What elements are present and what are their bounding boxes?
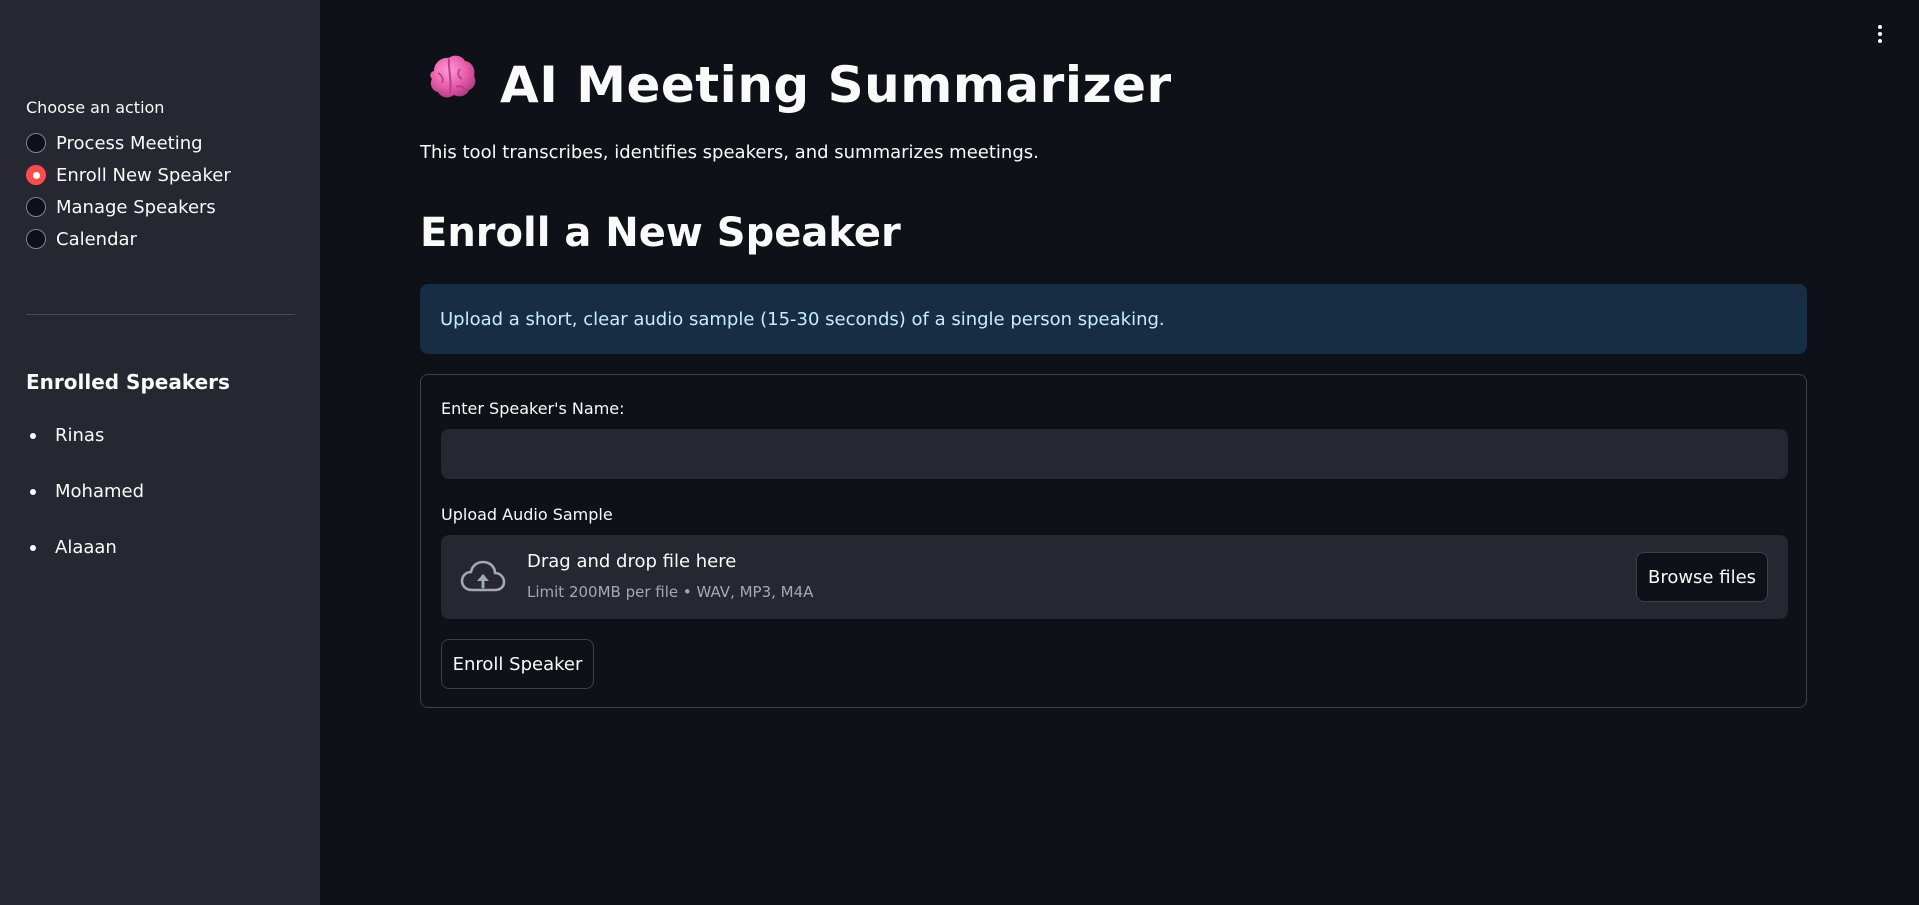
enrolled-speakers-heading: Enrolled Speakers (26, 370, 230, 394)
speaker-name: Mohamed (55, 481, 145, 502)
radio-calendar[interactable]: Calendar (26, 226, 137, 252)
file-dropzone[interactable]: Drag and drop file here Limit 200MB per … (441, 535, 1788, 619)
radio-manage-speakers[interactable]: Manage Speakers (26, 194, 216, 220)
vertical-dots-icon-dot (1878, 32, 1882, 36)
upload-audio-label: Upload Audio Sample (441, 505, 613, 524)
bullet-icon (30, 488, 36, 495)
radio-enroll-new-speaker[interactable]: Enroll New Speaker (26, 162, 231, 188)
app-root: Choose an action Process Meeting Enroll … (0, 0, 1919, 905)
main-menu-button[interactable] (1868, 22, 1892, 46)
info-alert-text: Upload a short, clear audio sample (15-3… (440, 308, 1165, 330)
radio-label: Enroll New Speaker (56, 164, 231, 186)
list-item: Alaaan (30, 537, 117, 558)
bullet-icon (30, 544, 36, 551)
radio-unchecked-icon (26, 197, 46, 217)
list-item: Mohamed (30, 481, 144, 502)
page-title: AI Meeting Summarizer (500, 56, 1172, 114)
enroll-form: Enter Speaker's Name: Upload Audio Sampl… (420, 374, 1807, 708)
enroll-speaker-button[interactable]: Enroll Speaker (441, 639, 594, 689)
speaker-name: Rinas (55, 425, 105, 446)
action-radio-label: Choose an action (26, 98, 165, 117)
sidebar: Choose an action Process Meeting Enroll … (0, 0, 320, 905)
dropzone-title: Drag and drop file here (527, 551, 737, 572)
browse-files-button[interactable]: Browse files (1636, 552, 1768, 602)
vertical-dots-icon (1878, 25, 1882, 29)
info-alert: Upload a short, clear audio sample (15-3… (420, 284, 1807, 354)
speaker-name: Alaaan (55, 537, 117, 558)
cloud-upload-icon (460, 560, 506, 592)
vertical-dots-icon-dot (1878, 39, 1882, 43)
radio-process-meeting[interactable]: Process Meeting (26, 130, 203, 156)
bullet-icon (30, 432, 36, 439)
section-title: Enroll a New Speaker (420, 210, 901, 256)
sidebar-divider (26, 314, 295, 315)
speaker-name-input[interactable] (441, 429, 1788, 479)
radio-label: Manage Speakers (56, 196, 216, 218)
speaker-name-label: Enter Speaker's Name: (441, 399, 625, 418)
page-description: This tool transcribes, identifies speake… (420, 142, 1039, 163)
brain-icon (430, 55, 476, 98)
radio-label: Process Meeting (56, 132, 203, 154)
radio-label: Calendar (56, 228, 137, 250)
list-item: Rinas (30, 425, 104, 446)
page-header: AI Meeting Summarizer (420, 50, 1172, 120)
radio-unchecked-icon (26, 229, 46, 249)
radio-unchecked-icon (26, 133, 46, 153)
dropzone-subtitle: Limit 200MB per file • WAV, MP3, M4A (527, 583, 814, 601)
radio-checked-icon (26, 165, 46, 185)
